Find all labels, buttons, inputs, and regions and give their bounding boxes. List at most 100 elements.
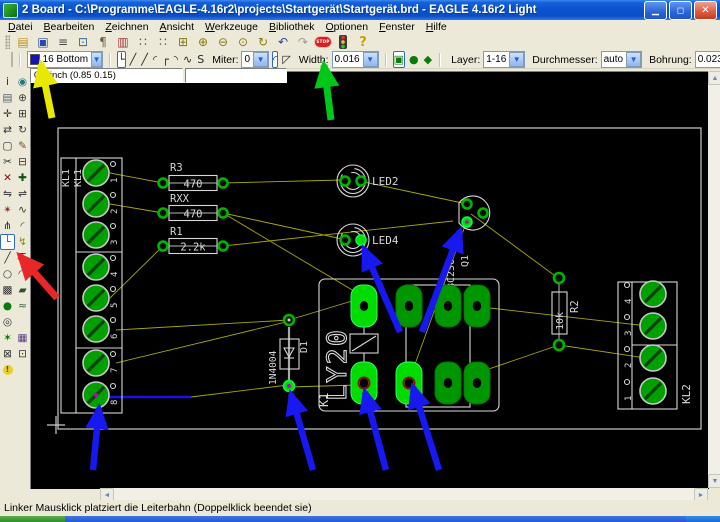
miter-straight[interactable]: ◸ [281,51,291,68]
drc-tool[interactable]: ⊠ [0,346,15,362]
restore-button[interactable]: ◻ [669,1,692,20]
change-tool[interactable]: ✎ [15,138,30,154]
board-canvas[interactable]: KL1 KL1 1 2 3 4 5 6 7 8 R3 [30,71,709,489]
menu-item[interactable]: Ansicht [155,21,199,33]
start-button-fragment[interactable] [0,516,65,522]
component-rxx[interactable]: RXX 470 [159,193,228,221]
open-icon[interactable]: ▤ [13,34,33,50]
layer-grid-icon[interactable]: ∷ [133,34,153,50]
text-tool[interactable]: T [15,250,30,266]
zoom-redraw-icon[interactable]: ↻ [253,34,273,50]
optimize-tool[interactable]: ∿ [15,202,30,218]
layer-grid-2-icon[interactable]: ∷ [153,34,173,50]
component-d1[interactable]: 1N4004 D1 [268,315,310,392]
polygon-tool[interactable]: ▰ [15,282,30,298]
horizontal-scrollbar[interactable]: ◄ ► [100,488,708,500]
via-shape-octagon[interactable]: ◆ [423,51,433,68]
drill-select[interactable]: 0.023622 ▼ [695,51,720,68]
redo-icon[interactable]: ↷ [293,34,313,50]
empty[interactable] [15,314,30,330]
rect-tool[interactable]: ▩ [0,282,15,298]
ripup-tool[interactable]: ↯ [15,234,30,250]
component-q1[interactable]: BC236 Q1 [446,196,490,289]
group-tool[interactable]: ▢ [0,138,15,154]
show-tool[interactable]: ◉ [15,74,30,90]
menu-item[interactable]: Fenster [374,21,420,33]
route-tool[interactable]: └ [0,234,15,250]
chevron-down-icon[interactable]: ▼ [626,52,641,67]
via-layer-select[interactable]: 1-16 ▼ [483,51,525,68]
menu-item[interactable]: Zeichnen [100,21,153,33]
vertical-scrollbar[interactable]: ▲ ▼ [708,71,720,488]
wire-bend-arc-left[interactable]: ◜ [152,51,158,68]
help-icon[interactable]: ? [353,34,373,50]
go-traffic-light-icon[interactable] [333,34,353,50]
split-tool[interactable]: ⋔ [0,218,15,234]
wire-bend-arc-right[interactable]: ◝ [173,51,179,68]
component-led2[interactable]: LED2 [337,165,399,197]
component-r3[interactable]: R3 470 [159,162,228,191]
miter-round[interactable]: ◜ [272,51,278,68]
via-shape-square[interactable]: ▣ [393,51,405,68]
menu-item[interactable]: Datei [3,21,38,33]
chevron-down-icon[interactable]: ▼ [509,52,524,67]
pinswap-tool[interactable]: ⇋ [0,186,15,202]
grid-settings-button[interactable] [11,52,13,67]
export-image-icon[interactable]: ⊡ [73,34,93,50]
print-icon[interactable]: ≡ [53,34,73,50]
wire-tool[interactable]: ╱ [0,250,15,266]
wire-bend-45[interactable]: ╱ [129,51,138,68]
toolbar-handle[interactable] [5,35,10,49]
chevron-down-icon[interactable]: ▼ [253,52,268,67]
menu-item[interactable]: Bibliothek [264,21,320,33]
delete-tool[interactable]: ✕ [0,170,15,186]
circle-tool[interactable]: ○ [0,266,15,282]
layer-select[interactable]: 16 Bottom ▼ [27,51,103,68]
errc-tool[interactable]: ⊡ [15,346,30,362]
save-icon[interactable]: ▣ [33,34,53,50]
add-tool[interactable]: ✚ [15,170,30,186]
menu-item[interactable]: Optionen [320,21,373,33]
cut-tool[interactable]: ✂ [0,154,15,170]
zoom-out-icon[interactable]: ⊖ [213,34,233,50]
wire-bend-straight[interactable]: ╱ [140,51,149,68]
wire-bend-s[interactable]: S [196,51,205,68]
width-select[interactable]: 0.016 ▼ [332,51,379,68]
wire-bend-90-up[interactable]: ┌ [161,51,170,68]
diameter-select[interactable]: auto ▼ [601,51,642,68]
scroll-down-icon[interactable]: ▼ [708,474,720,488]
via-shape-round[interactable]: ● [408,51,420,68]
run-script-icon[interactable]: ¶ [93,34,113,50]
chevron-down-icon[interactable]: ▼ [363,52,378,67]
component-k1-relay[interactable]: LY20 K1 [317,279,499,411]
command-line-input[interactable] [185,68,287,83]
smash-tool[interactable]: ✴ [0,202,15,218]
miter-tool[interactable]: ◜ [15,218,30,234]
auto-tool[interactable]: ▦ [15,330,30,346]
paste-tool[interactable]: ⊟ [15,154,30,170]
chevron-down-icon[interactable]: ▼ [91,52,102,67]
replace-tool[interactable]: ⇌ [15,186,30,202]
info-tool[interactable]: i [0,74,15,90]
mark-tool[interactable]: ⊕ [15,90,30,106]
title-bar[interactable]: 2 Board - C:\Programme\EAGLE-4.16r2\proj… [0,0,720,20]
component-kl2[interactable]: 4 3 2 1 KL2 [618,281,693,409]
component-led4[interactable]: LED4 [337,224,399,256]
errors-tool[interactable]: ! [0,362,15,378]
empty[interactable] [15,362,30,378]
component-r2[interactable]: 10k R2 [552,273,581,350]
library-icon[interactable]: ▥ [113,34,133,50]
miter-select[interactable]: 0 ▼ [241,51,269,68]
zoom-fit-icon[interactable]: ⊞ [173,34,193,50]
copy-tool[interactable]: ⊞ [15,106,30,122]
zoom-in-icon[interactable]: ⊕ [193,34,213,50]
wire-bend-90-down[interactable]: └ [117,51,126,68]
hole-tool[interactable]: ◎ [0,314,15,330]
arc-tool[interactable]: ◠ [15,266,30,282]
ratsnest-tool[interactable]: ✶ [0,330,15,346]
close-button[interactable]: ✕ [694,1,717,20]
move-tool[interactable]: ✛ [0,106,15,122]
menu-item[interactable]: Bearbeiten [39,21,100,33]
menu-item[interactable]: Werkzeuge [200,21,263,33]
via-tool[interactable]: ● [0,298,15,314]
